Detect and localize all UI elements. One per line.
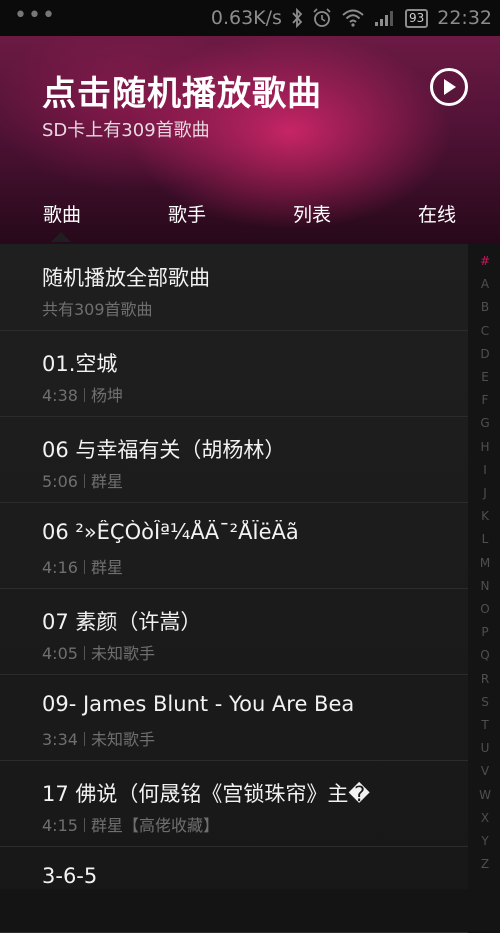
alphabet-letter-l[interactable]: L	[472, 532, 498, 546]
play-icon	[444, 79, 456, 95]
play-button[interactable]	[430, 68, 468, 106]
song-row[interactable]: 3-6-5	[0, 846, 468, 933]
shuffle-all-item[interactable]: 随机播放全部歌曲 共有309首歌曲	[0, 244, 468, 331]
meta-divider	[83, 646, 85, 660]
alphabet-letter-i[interactable]: I	[472, 463, 498, 477]
song-row[interactable]: 06 与幸福有关（胡杨林） 5:06 群星	[0, 416, 468, 503]
song-duration: 4:05	[42, 644, 78, 663]
alphabet-letter-j[interactable]: J	[472, 486, 498, 500]
song-row[interactable]: 17 佛说（何晟铭《宫锁珠帘》主� 4:15 群星【高佬收藏】	[0, 760, 468, 847]
song-title: 06 与幸福有关（胡杨林）	[42, 438, 286, 462]
song-artist: 群星	[90, 558, 123, 577]
header: 点击随机播放歌曲 SD卡上有309首歌曲 歌曲 歌手 列表 在线	[0, 36, 500, 244]
alphabet-letter-p[interactable]: P	[472, 625, 498, 639]
notification-dots-icon: •••	[14, 3, 56, 28]
alphabet-letter-d[interactable]: D	[472, 347, 498, 361]
alphabet-letter-b[interactable]: B	[472, 300, 498, 314]
signal-icon	[374, 11, 393, 26]
song-row[interactable]: 07 素颜（许嵩） 4:05 未知歌手	[0, 588, 468, 675]
alphabet-index[interactable]: # A B C D E F G H I J K L M N O P Q R S T U V W X Y Z	[472, 254, 498, 889]
status-bar: ••• 0.63K/s 93 22:32	[0, 0, 500, 36]
song-title: 09- James Blunt - You Are Bea	[42, 692, 355, 716]
song-duration: 3:34	[42, 730, 78, 749]
alphabet-letter-h[interactable]: H	[472, 440, 498, 454]
alphabet-letter-a[interactable]: A	[472, 277, 498, 291]
song-artist: 群星【高佬收藏】	[90, 816, 219, 835]
alphabet-letter-hash[interactable]: #	[472, 254, 498, 268]
shuffle-all-count: 共有309首歌曲	[42, 300, 153, 319]
alphabet-letter-s[interactable]: S	[472, 695, 498, 709]
tab-artists[interactable]: 歌手	[147, 200, 227, 227]
meta-divider	[83, 732, 85, 746]
alphabet-letter-x[interactable]: X	[472, 811, 498, 825]
song-row[interactable]: 09- James Blunt - You Are Bea 3:34 未知歌手	[0, 674, 468, 761]
alphabet-letter-q[interactable]: Q	[472, 648, 498, 662]
alphabet-letter-n[interactable]: N	[472, 579, 498, 593]
network-speed: 0.63K/s	[210, 7, 282, 29]
tab-online[interactable]: 在线	[397, 200, 477, 227]
song-duration: 4:15	[42, 816, 78, 835]
meta-divider	[83, 818, 85, 832]
song-artist: 杨坤	[90, 386, 123, 405]
alarm-icon	[313, 8, 331, 27]
song-row[interactable]: 06 ²»ÊÇÒòÎª¼ÅÄ¯²ÅÏëÄã 4:16 群星	[0, 502, 468, 589]
alphabet-letter-z[interactable]: Z	[472, 857, 498, 871]
tab-songs[interactable]: 歌曲	[22, 200, 102, 227]
alphabet-letter-u[interactable]: U	[472, 741, 498, 755]
song-title: 17 佛说（何晟铭《宫锁珠帘》主�	[42, 782, 370, 806]
meta-divider	[83, 560, 85, 574]
song-artist: 未知歌手	[90, 644, 155, 663]
alphabet-letter-t[interactable]: T	[472, 718, 498, 732]
song-title: 07 素颜（许嵩）	[42, 610, 202, 634]
song-duration: 5:06	[42, 472, 78, 491]
alphabet-letter-c[interactable]: C	[472, 324, 498, 338]
alphabet-letter-y[interactable]: Y	[472, 834, 498, 848]
alphabet-letter-k[interactable]: K	[472, 509, 498, 523]
tab-playlists[interactable]: 列表	[272, 200, 352, 227]
clock: 22:32	[437, 7, 492, 29]
active-tab-indicator	[51, 232, 71, 242]
alphabet-letter-w[interactable]: W	[472, 788, 498, 802]
song-title: 3-6-5	[42, 864, 98, 888]
song-count-subtitle: SD卡上有309首歌曲	[42, 120, 210, 141]
shuffle-play-title[interactable]: 点击随机播放歌曲	[42, 66, 322, 115]
bluetooth-icon	[292, 8, 303, 28]
meta-divider	[83, 474, 85, 488]
alphabet-letter-m[interactable]: M	[472, 556, 498, 570]
alphabet-letter-g[interactable]: G	[472, 416, 498, 430]
alphabet-letter-f[interactable]: F	[472, 393, 498, 407]
alphabet-letter-r[interactable]: R	[472, 672, 498, 686]
tab-bar: 歌曲 歌手 列表 在线	[0, 196, 500, 244]
alphabet-letter-e[interactable]: E	[472, 370, 498, 384]
alphabet-letter-o[interactable]: O	[472, 602, 498, 616]
song-list[interactable]: 随机播放全部歌曲 共有309首歌曲 01.空城 4:38 杨坤 06 与幸福有关（…	[0, 244, 468, 933]
song-artist: 未知歌手	[90, 730, 155, 749]
song-title: 01.空城	[42, 352, 118, 376]
meta-divider	[83, 388, 85, 402]
shuffle-all-label: 随机播放全部歌曲	[42, 266, 210, 290]
song-duration: 4:16	[42, 558, 78, 577]
song-title: 06 ²»ÊÇÒòÎª¼ÅÄ¯²ÅÏëÄã	[42, 520, 299, 544]
wifi-icon	[342, 9, 364, 27]
song-artist: 群星	[90, 472, 123, 491]
alphabet-letter-v[interactable]: V	[472, 764, 498, 778]
battery-icon: 93	[404, 8, 429, 28]
song-row[interactable]: 01.空城 4:38 杨坤	[0, 330, 468, 417]
song-duration: 4:38	[42, 386, 78, 405]
